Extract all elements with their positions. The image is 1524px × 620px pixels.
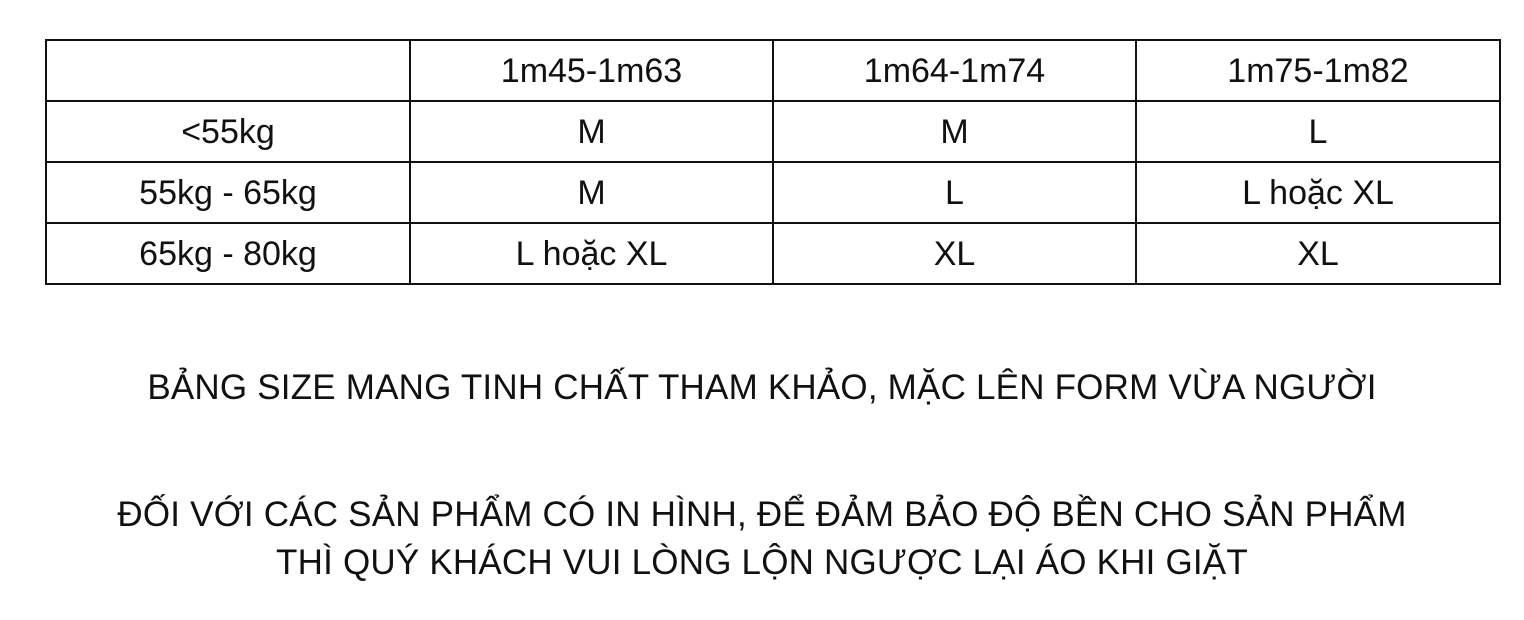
table-header-row: 1m45-1m63 1m64-1m74 1m75-1m82: [45, 39, 1501, 102]
size-cell: L: [1135, 100, 1501, 163]
reference-note: BẢNG SIZE MANG TINH CHẤT THAM KHẢO, MẶC …: [147, 368, 1377, 407]
size-cell: L hoặc XL: [409, 222, 774, 285]
care-note-line-1: ĐỐI VỚI CÁC SẢN PHẨM CÓ IN HÌNH, ĐỂ ĐẢM …: [117, 495, 1407, 534]
header-cell-height-range: 1m75-1m82: [1135, 39, 1501, 102]
header-cell-empty: [45, 39, 411, 102]
size-cell: L hoặc XL: [1135, 161, 1501, 224]
table-row: 55kg - 65kg M L L hoặc XL: [45, 161, 1501, 224]
size-cell: XL: [1135, 222, 1501, 285]
table-row: 65kg - 80kg L hoặc XL XL XL: [45, 222, 1501, 285]
table-row: <55kg M M L: [45, 100, 1501, 163]
size-cell: XL: [772, 222, 1137, 285]
weight-range-cell: 55kg - 65kg: [45, 161, 411, 224]
header-cell-height-range: 1m64-1m74: [772, 39, 1137, 102]
care-note-line-2: THÌ QUÝ KHÁCH VUI LÒNG LỘN NGƯỢC LẠI ÁO …: [276, 543, 1248, 582]
size-cell: M: [409, 100, 774, 163]
size-cell: L: [772, 161, 1137, 224]
header-cell-height-range: 1m45-1m63: [409, 39, 774, 102]
size-chart-table: 1m45-1m63 1m64-1m74 1m75-1m82 <55kg M M …: [45, 39, 1501, 285]
size-cell: M: [409, 161, 774, 224]
weight-range-cell: 65kg - 80kg: [45, 222, 411, 285]
size-cell: M: [772, 100, 1137, 163]
weight-range-cell: <55kg: [45, 100, 411, 163]
